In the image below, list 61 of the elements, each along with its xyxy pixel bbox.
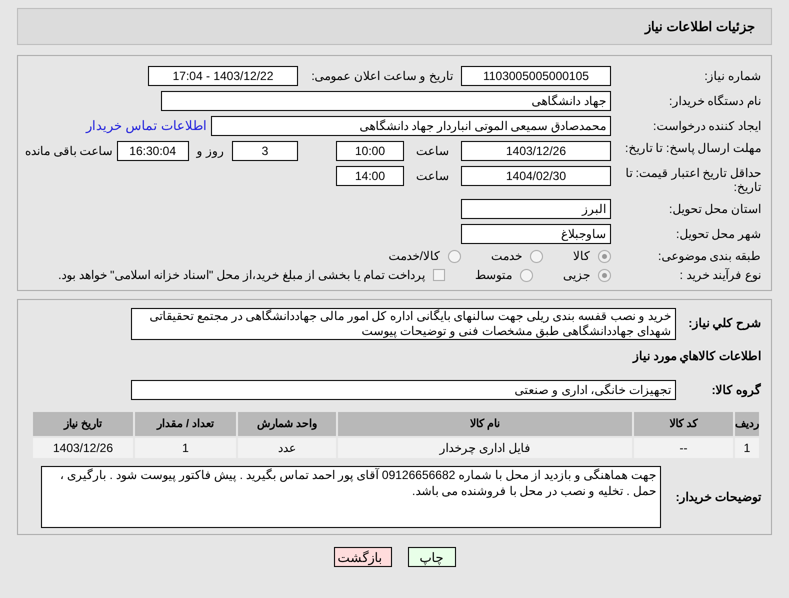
field-label: حداقل تاریخ اعتبار قیمت: تا تاریخ: <box>624 166 761 194</box>
radio-button[interactable] <box>448 250 461 262</box>
text-field[interactable]: البرز <box>461 199 611 219</box>
page-title: جزئیات اطلاعات نیاز <box>644 18 755 36</box>
field-label: کالا <box>573 249 590 263</box>
column-header: ردیف <box>734 411 760 437</box>
column-header: واحد شمارش <box>237 411 337 437</box>
text-field[interactable]: 1404/02/30 <box>461 166 611 186</box>
column-header: کد کالا <box>633 411 734 437</box>
field-label: متوسط <box>475 268 512 282</box>
contact-link[interactable]: اطلاعات تماس خریدار <box>86 116 207 136</box>
text-field[interactable]: 1403/12/26 <box>461 141 611 161</box>
table-cell: 1 <box>134 437 237 459</box>
field-label: تاریخ و ساعت اعلان عمومی: <box>310 69 453 83</box>
field-label: روز و <box>196 144 224 158</box>
text-field[interactable]: ساوجبلاغ <box>461 224 611 244</box>
field-label: طبقه بندی موضوعی: <box>656 249 761 263</box>
field-label: کالا/خدمت <box>388 249 440 263</box>
table-cell: -- <box>633 437 734 459</box>
text-field[interactable]: 16:30:04 <box>116 141 189 161</box>
field-label: خدمت <box>491 249 522 263</box>
table-cell: 1 <box>734 437 760 459</box>
radio-button[interactable] <box>520 268 533 282</box>
field-label: نام دستگاه خریدار: <box>668 94 761 108</box>
field-label: پرداخت تمام یا بخشی از مبلغ خرید،از محل "اسناد خزانه اسلامی" خواهد بود. <box>58 268 425 282</box>
text-field[interactable]: 1103005005000105 <box>461 66 611 86</box>
text-field[interactable]: 1403/12/22 - 17:04 <box>148 66 298 86</box>
table-cell: عدد <box>237 437 337 459</box>
field-label: ایجاد کننده درخواست: <box>652 119 761 133</box>
field-label: ساعت <box>416 144 449 158</box>
back-button[interactable]: بازگشت <box>334 547 392 567</box>
table-cell: 1403/12/26 <box>32 437 134 459</box>
text-field[interactable]: محمدصادق سمیعی الموتی انباردار جهاد دانشگاهی <box>211 116 611 136</box>
field-label: شرح کلي نیاز: <box>687 316 761 330</box>
radio-button[interactable] <box>530 250 543 262</box>
field-label: استان محل تحویل: <box>668 202 761 216</box>
field-label: اطلاعات کالاهاي مورد نیاز <box>632 349 761 363</box>
field-label: نوع فرآیند خرید : <box>678 268 761 282</box>
field-label: ساعت باقی مانده <box>24 144 113 158</box>
field-label: جزیی <box>563 268 590 282</box>
field-label: گروه کالا: <box>710 383 761 397</box>
column-header: تاریخ نیاز <box>32 411 134 437</box>
text-field[interactable]: 10:00 <box>336 141 404 161</box>
field-label: مهلت ارسال پاسخ: تا تاریخ: <box>624 141 761 155</box>
text-field[interactable]: جهاد دانشگاهی <box>161 91 611 111</box>
field-label: شماره نیاز: <box>703 69 761 83</box>
checkbox[interactable] <box>433 269 445 281</box>
radio-button[interactable] <box>598 268 611 282</box>
radio-button[interactable] <box>598 250 611 262</box>
text-field[interactable]: 14:00 <box>336 166 404 186</box>
table-cell: فایل اداری چرخدار <box>337 437 633 459</box>
column-header: تعداد / مقدار <box>134 411 237 437</box>
notes-box[interactable]: جهت هماهنگی و بازدید از محل با شماره 09126656682 آقای پور احمد تماس بگیرید . پیش فاکتور پیوست شود . بارگیری ، حمل . تخلیه و نصب در محل با فروشنده می باشد. <box>41 466 661 528</box>
field-label: ساعت <box>416 169 449 183</box>
print-button[interactable]: چاپ <box>408 547 456 567</box>
field-label: شهر محل تحویل: <box>674 227 761 241</box>
text-field[interactable]: تجهیزات خانگی، اداری و صنعتی <box>131 380 676 400</box>
field-label: توضیحات خریدار: <box>674 490 761 504</box>
text-field[interactable]: 3 <box>232 141 298 161</box>
column-header: نام کالا <box>337 411 633 437</box>
description-box[interactable]: خرید و نصب قفسه بندی ریلی جهت سالنهای بایگانی اداره کل امور مالی جهاددانشگاهی در مجتمع تحقیقاتی شهدای جهاددانشگاهی طبق مشخصات فنی و توضیحات پیوست <box>131 308 676 340</box>
